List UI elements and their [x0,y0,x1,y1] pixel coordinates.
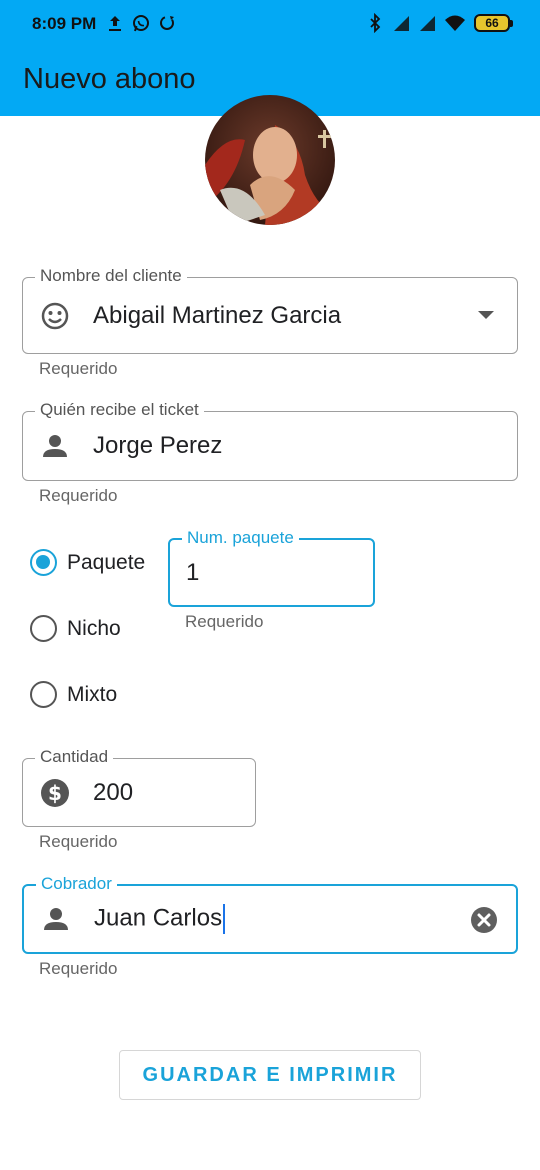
smiley-icon [41,302,69,329]
wifi-icon [445,15,465,31]
svg-text:$: $ [48,781,62,805]
sync-icon [160,16,174,30]
collector-value-wrap: Juan Carlos [94,904,226,934]
person-icon [44,908,68,930]
radio-paquete-label: Paquete [67,550,146,574]
avatar [205,95,335,225]
client-name-dropdown[interactable]: Nombre del cliente Abigail Martinez Garc… [22,266,518,354]
amount-field[interactable]: Cantidad $ 200 [22,747,256,827]
radio-nicho-label: Nicho [67,616,121,640]
ticket-receiver-field[interactable]: Quién recibe el ticket Jorge Perez [22,400,518,481]
ticket-receiver-helper: Requerido [39,486,118,505]
signal-icon [394,16,409,31]
collector-label: Cobrador [36,874,117,894]
status-bar: 8:09 PM 66 [0,0,540,48]
client-name-value: Abigail Martinez Garcia [93,301,342,329]
dropdown-arrow-icon[interactable] [477,310,495,320]
whatsapp-icon [133,15,149,32]
package-number-field[interactable]: Num. paquete 1 [168,528,375,607]
ticket-receiver-value: Jorge Perez [93,432,223,459]
amount-value: 200 [93,778,134,806]
radio-button[interactable] [30,681,57,708]
radio-mixto[interactable]: Mixto [30,681,117,708]
battery-icon: 66 [474,14,513,32]
person-icon [43,435,67,457]
radio-paquete[interactable]: Paquete [30,549,145,576]
radio-nicho[interactable]: Nicho [30,615,121,642]
collector-field[interactable]: Cobrador Juan Carlos [22,874,518,954]
collector-helper: Requerido [39,959,118,978]
amount-helper: Requerido [39,832,118,851]
client-name-helper: Requerido [39,359,118,378]
radio-button[interactable] [30,615,57,642]
collector-value: Juan Carlos [94,904,223,932]
page-title: Nuevo abono [23,63,196,95]
status-time: 8:09 PM [32,14,97,33]
amount-label: Cantidad [35,747,114,767]
package-number-label: Num. paquete [182,528,299,548]
signal-icon [420,16,435,31]
clear-icon[interactable] [470,906,498,934]
upload-icon [109,16,121,31]
bluetooth-icon [370,13,381,33]
text-cursor [223,904,226,934]
client-name-label: Nombre del cliente [35,266,187,286]
package-number-value: 1 [186,558,200,586]
radio-button-checked[interactable] [30,549,57,576]
ticket-receiver-label: Quién recibe el ticket [35,400,204,420]
radio-mixto-label: Mixto [67,682,118,706]
package-number-helper: Requerido [185,612,264,631]
dollar-icon: $ [41,778,69,807]
save-and-print-button[interactable]: GUARDAR E IMPRIMIR [119,1050,421,1100]
